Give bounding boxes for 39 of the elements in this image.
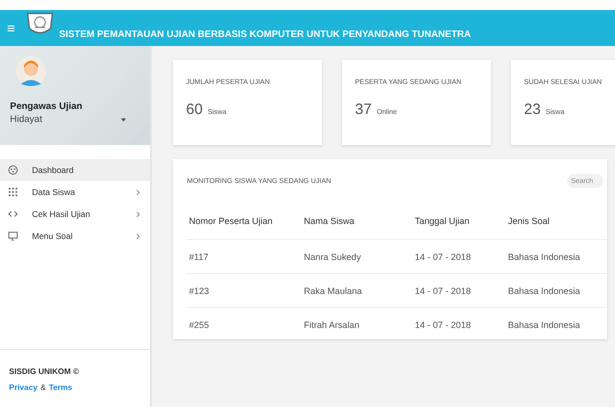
code-icon: [8, 209, 18, 219]
chevron-right-icon: [136, 210, 140, 218]
chevron-right-icon: [136, 232, 140, 240]
avatar-icon: [16, 56, 46, 86]
monitor-icon: [8, 231, 18, 241]
table-cell-text: Fitrah Arsalan: [302, 320, 360, 330]
table-cell-text: #117: [188, 252, 210, 262]
profile-name: Hidayat: [10, 114, 42, 125]
caret-icon[interactable]: [121, 118, 126, 122]
privacy-link[interactable]: Privacy: [9, 383, 38, 392]
column-header: Nomor Peserta Ujian: [188, 216, 274, 226]
table-cell-text: 14 - 07 - 2018: [414, 320, 472, 330]
app-title: SISTEM PEMANTAUAN UJIAN BERBASIS KOMPUTER UNTUK PENYANDANG TUNANETRA: [59, 28, 471, 40]
table-cell-text: Bahasa Indonesia: [506, 252, 582, 262]
column-header: Jenis Soal: [506, 216, 550, 226]
copyright-text: SISDIG UNIKOM ©: [9, 367, 80, 376]
table-cell-text: #255: [188, 320, 210, 330]
terms-link[interactable]: Terms: [48, 383, 72, 392]
table-cell-text: Bahasa Indonesia: [506, 320, 582, 330]
stat-value: 23: [524, 101, 541, 118]
sidebar-item[interactable]: Menu Soal: [0, 225, 150, 247]
table-cell-text: Nanra Sukedy: [302, 252, 362, 262]
sidebar-item[interactable]: Cek Hasil Ujian: [0, 203, 150, 225]
ampersand-text: &: [40, 383, 46, 392]
stat-value: 60: [186, 101, 203, 118]
profile-role: Pengawas Ujian: [10, 101, 84, 112]
sidebar-item[interactable]: Data Siswa: [0, 181, 150, 203]
table-cell-text: 14 - 07 - 2018: [414, 252, 472, 262]
table-cell-text: #123: [188, 286, 210, 296]
dashboard-icon: [8, 165, 18, 175]
table-cell-text: Bahasa Indonesia: [506, 286, 582, 296]
table-cell-text: Raka Maulana: [302, 286, 363, 296]
grid-icon: [8, 187, 18, 197]
sidebar-item[interactable]: Dashboard: [0, 159, 150, 181]
stat-value: 37: [355, 101, 372, 118]
column-header: Nama Siswa: [302, 216, 356, 226]
chevron-right-icon: [136, 188, 140, 196]
column-header: Tanggal Ujian: [414, 216, 470, 226]
table-cell-text: 14 - 07 - 2018: [414, 286, 472, 296]
